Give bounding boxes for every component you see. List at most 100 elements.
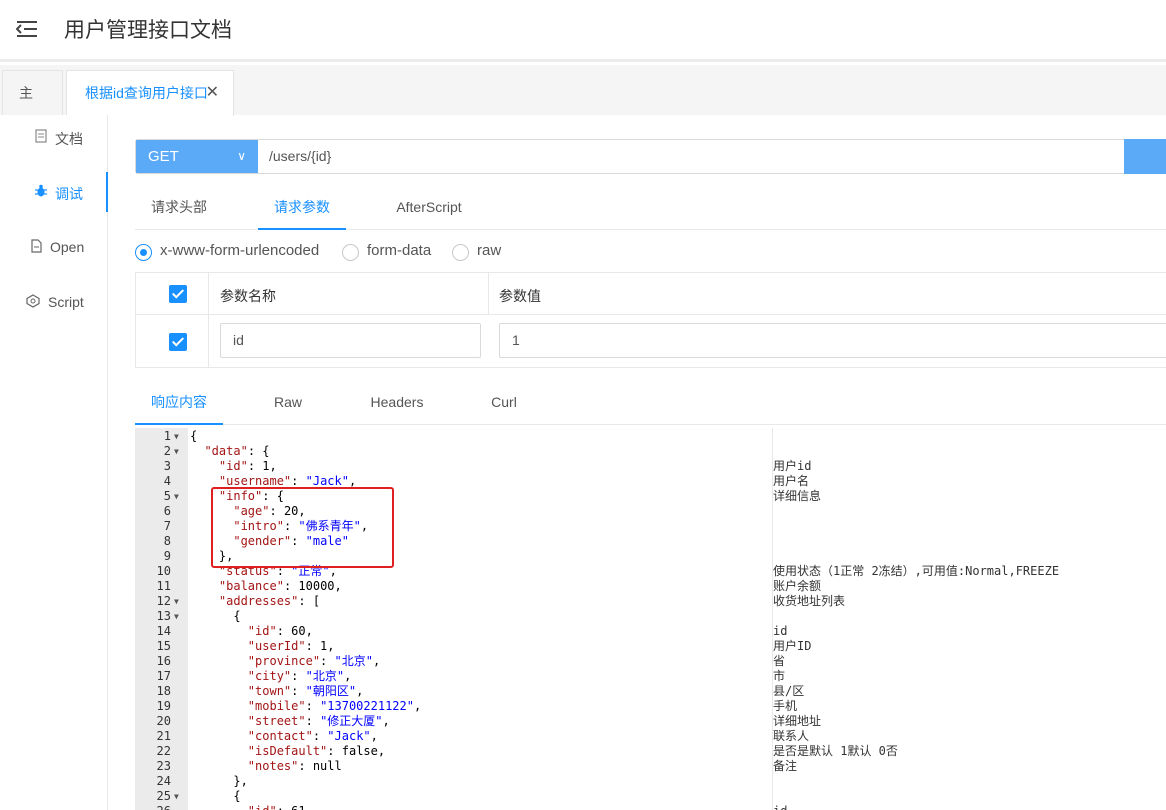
code-line: 2 ▼ "data": { <box>135 444 1166 459</box>
fold-arrow-icon[interactable]: ▼ <box>174 429 179 444</box>
param-name-input[interactable]: id <box>220 323 481 358</box>
json-text <box>298 684 305 698</box>
json-punct: : <box>305 699 313 713</box>
json-text <box>190 594 219 608</box>
close-icon[interactable]: ✕ <box>206 71 219 115</box>
json-text <box>298 474 305 488</box>
tab-request-params[interactable]: 请求参数 <box>258 188 346 230</box>
code-text: "province": "北京", <box>190 654 380 669</box>
select-all-checkbox[interactable] <box>169 285 187 303</box>
code-icon <box>26 294 40 308</box>
params-table: 参数名称 参数值 id 1 <box>135 272 1166 368</box>
json-key: "userId" <box>247 639 306 653</box>
json-key: "contact" <box>247 729 313 743</box>
json-punct: : <box>327 744 335 758</box>
json-key: "data" <box>204 444 248 458</box>
json-key: "id" <box>218 459 248 473</box>
sidebar-item-script[interactable]: Script <box>0 282 108 322</box>
line-number: 16 <box>156 654 171 668</box>
json-text: , <box>348 474 357 488</box>
json-key: "notes" <box>247 759 299 773</box>
json-text <box>190 744 248 758</box>
tab-response-content[interactable]: 响应内容 <box>135 383 223 425</box>
response-code-editor[interactable]: 1 ▼{2 ▼ "data": {3 "id": 1, 用户id 4 "username… <box>135 428 1166 810</box>
json-text: { <box>255 444 270 458</box>
line-number: 10 <box>156 564 171 578</box>
line-number: 23 <box>156 759 171 773</box>
json-string: "北京" <box>305 669 345 683</box>
code-text: "addresses": [ <box>190 594 320 609</box>
fold-arrow-icon[interactable]: ▼ <box>174 594 179 609</box>
json-string: "13700221122" <box>320 699 414 713</box>
radio-circle <box>452 244 469 261</box>
json-text: 1, <box>255 459 277 473</box>
code-line: 17 "city": "北京", 市 <box>135 669 1166 684</box>
json-key: "town" <box>247 684 292 698</box>
json-string: "北京" <box>334 654 373 668</box>
code-text: "street": "修正大厦", <box>190 714 390 729</box>
tab-user-query[interactable]: 根据id查询用户接口 ✕ <box>66 70 234 116</box>
line-number: 3 <box>163 459 171 473</box>
radio-label: form-data <box>367 242 432 259</box>
code-line: 14 "id": 60, id <box>135 624 1166 639</box>
tab-request-headers[interactable]: 请求头部 <box>135 188 223 230</box>
param-value-input[interactable]: 1 <box>499 323 1166 358</box>
highlight-annotation-box <box>211 487 394 568</box>
method-label: GET <box>148 148 179 165</box>
request-url-bar: GET ∨ /users/{id} <box>135 139 1166 174</box>
method-select[interactable]: GET ∨ <box>136 140 258 173</box>
code-text: { <box>190 609 240 624</box>
json-punct: : <box>305 639 313 653</box>
send-button[interactable] <box>1124 139 1166 174</box>
code-text: "mobile": "13700221122", <box>190 699 421 714</box>
fold-arrow-icon[interactable]: ▼ <box>174 789 179 804</box>
json-text <box>190 474 219 488</box>
fold-arrow-icon[interactable]: ▼ <box>174 609 179 624</box>
json-text <box>190 579 219 593</box>
code-line: 15 "userId": 1, 用户ID <box>135 639 1166 654</box>
json-text <box>190 729 248 743</box>
json-key: "username" <box>218 474 292 488</box>
json-punct: : <box>298 594 306 608</box>
json-punct: : <box>312 729 321 743</box>
menu-fold-icon[interactable] <box>16 18 38 40</box>
json-text <box>190 459 219 473</box>
bug-icon <box>35 184 47 197</box>
line-number: 7 <box>163 519 171 533</box>
json-key: "province" <box>247 654 321 668</box>
line-number: 5 <box>163 489 171 503</box>
radio-label: x-www-form-urlencoded <box>160 242 320 259</box>
json-text: [ <box>305 594 321 608</box>
json-punct: : <box>305 714 313 728</box>
code-line: 1 ▼ { <box>135 429 1166 444</box>
json-text: 61, <box>284 804 313 810</box>
code-line: 13 ▼ { <box>135 609 1166 624</box>
request-tabs: 请求头部 请求参数 AfterScript <box>135 188 1166 230</box>
code-text: { <box>190 789 241 804</box>
json-text <box>190 654 248 668</box>
tab-response-raw[interactable]: Raw <box>253 383 323 425</box>
fold-arrow-icon[interactable]: ▼ <box>174 489 179 504</box>
json-text: { <box>190 789 241 803</box>
row-checkbox[interactable] <box>169 333 187 351</box>
json-text: 1, <box>312 639 335 653</box>
tab-response-headers[interactable]: Headers <box>357 383 437 425</box>
line-number: 24 <box>156 774 171 788</box>
column-divider <box>488 273 489 315</box>
tab-response-curl[interactable]: Curl <box>469 383 539 425</box>
url-input[interactable]: /users/{id} <box>269 140 331 173</box>
code-text: "data": { <box>190 444 270 459</box>
json-key: "addresses" <box>218 594 299 608</box>
field-description: id <box>773 804 787 810</box>
json-string: "朝阳区" <box>305 684 357 698</box>
sidebar-item-docs[interactable]: 文档 <box>0 117 108 157</box>
tab-home[interactable]: 主页 <box>2 70 63 145</box>
sidebar-item-open[interactable]: Open <box>0 227 108 267</box>
code-text: "contact": "Jack", <box>190 729 378 744</box>
tab-afterscript[interactable]: AfterScript <box>383 188 475 230</box>
fold-arrow-icon[interactable]: ▼ <box>174 444 179 459</box>
params-table-header: 参数名称 参数值 <box>136 273 1166 315</box>
sidebar-item-debug[interactable]: 调试 <box>0 172 108 212</box>
code-text: "id": 1, <box>190 459 277 474</box>
json-text <box>327 654 334 668</box>
